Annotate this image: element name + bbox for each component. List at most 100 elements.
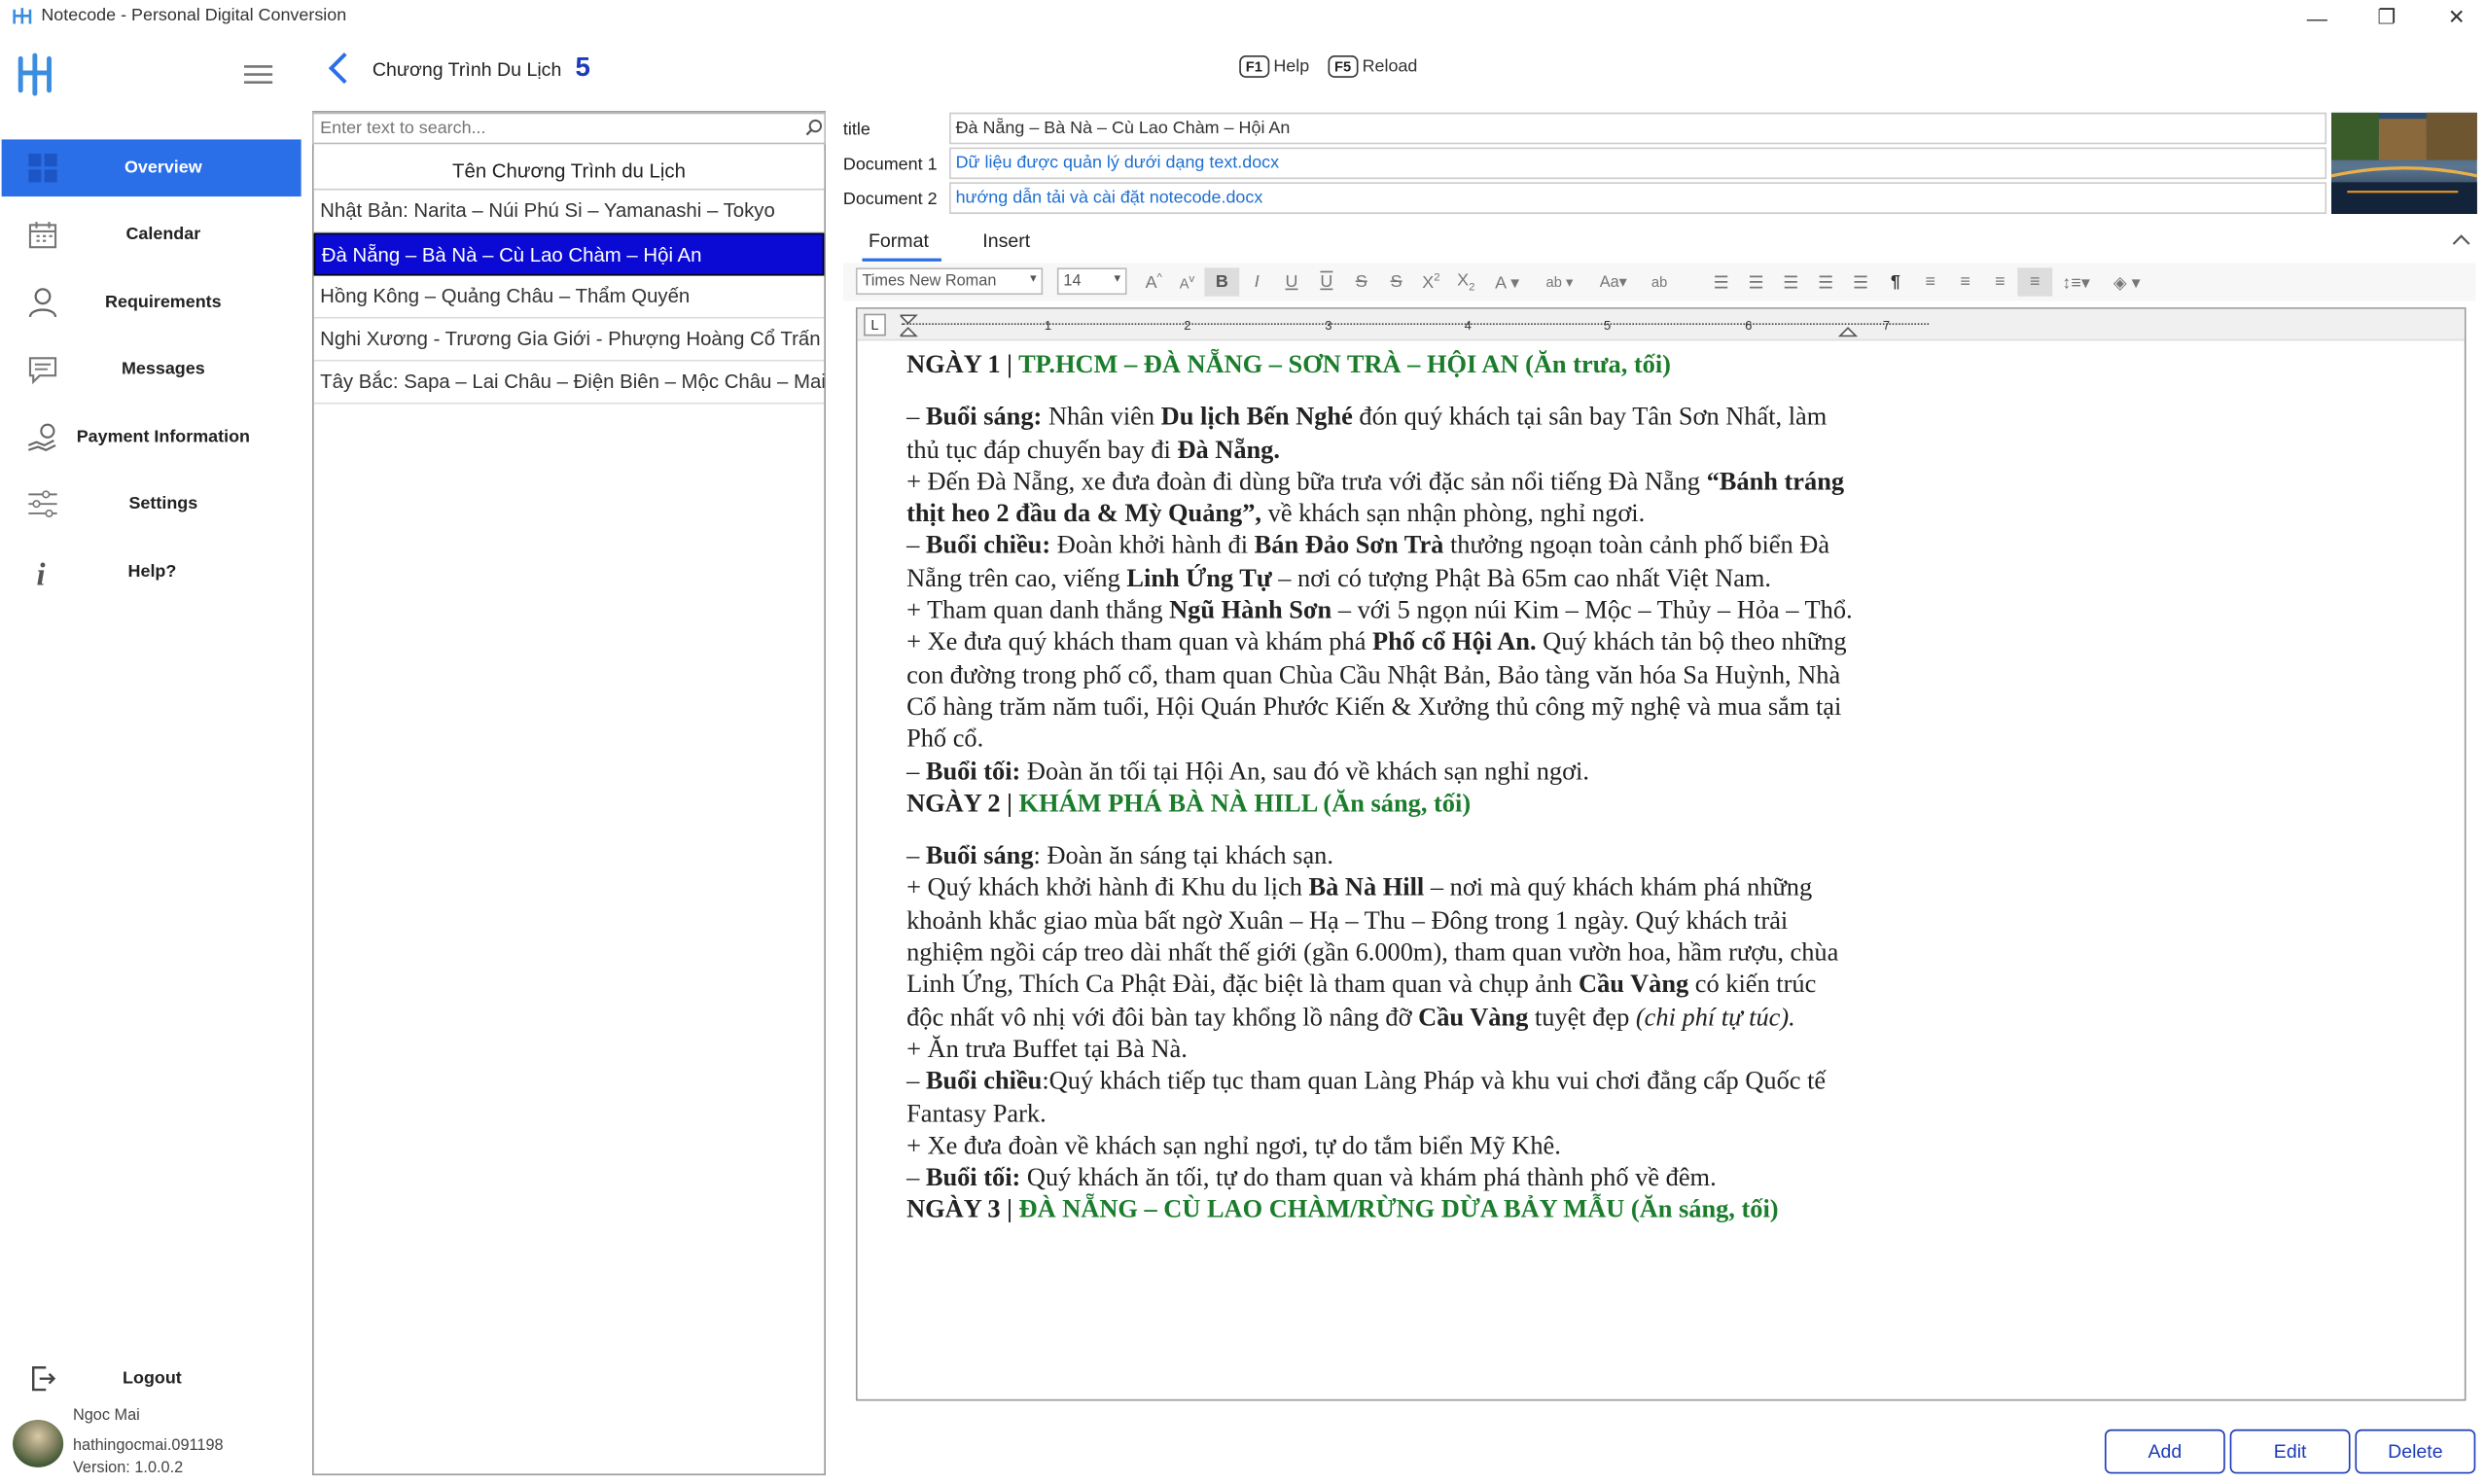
sidebar-item-label: Help? xyxy=(127,562,177,583)
italic-button[interactable]: I xyxy=(1239,267,1274,296)
user-name: Ngoc Mai xyxy=(72,1406,140,1425)
title-field[interactable]: Đà Nẵng – Bà Nà – Cù Lao Chàm – Hội An xyxy=(949,112,2327,145)
font-color-icon: A ▾ xyxy=(1495,273,1520,293)
reload-shortcut[interactable]: F5 Reload xyxy=(1328,55,1417,78)
highlight-button[interactable]: ab ▾ xyxy=(1531,267,1588,296)
grow-font-icon: A^ xyxy=(1145,271,1162,293)
double-underline-icon: U xyxy=(1320,272,1333,292)
align-center-icon: ≡ xyxy=(1960,272,1970,292)
sidebar-item-overview[interactable]: Overview xyxy=(1,139,302,197)
app-version: Version: 1.0.0.2 xyxy=(72,1459,184,1477)
doc-paragraph: – Buổi chiều: Đoàn khởi hành đi Bán Đảo … xyxy=(906,531,1830,593)
sidebar-item-calendar[interactable]: Calendar xyxy=(2,206,302,264)
numbered-list-button[interactable]: ☰ xyxy=(1739,267,1774,296)
italic-icon: I xyxy=(1254,272,1260,292)
window-title: Notecode - Personal Digital Conversion xyxy=(41,6,347,26)
sidebar-item-label: Requirements xyxy=(105,293,222,313)
font-family-select[interactable]: Times New Roman ▾ xyxy=(855,267,1044,296)
chevron-down-icon: ▾ xyxy=(1030,270,1037,286)
logout-label: Logout xyxy=(123,1368,182,1389)
justify-icon: ≡ xyxy=(2030,272,2041,292)
strikethrough-icon: S xyxy=(1355,272,1367,292)
minimize-button[interactable]: — xyxy=(2282,0,2352,35)
list-item-selected[interactable]: Đà Nẵng – Bà Nà – Cù Lao Chàm – Hội An xyxy=(313,232,825,276)
double-underline-button[interactable]: U xyxy=(1309,267,1344,296)
show-formatting-button[interactable]: ¶ xyxy=(1878,267,1913,296)
tab-insert[interactable]: Insert xyxy=(982,230,1030,252)
tab-format[interactable]: Format xyxy=(869,230,929,252)
decrease-indent-icon: ☰ xyxy=(1818,273,1834,293)
list-item[interactable]: Hồng Kông – Quảng Châu – Thẩm Quyến xyxy=(313,276,825,319)
bullet-list-button[interactable]: ☰ xyxy=(1704,267,1739,296)
logout-button[interactable]: Logout xyxy=(2,1350,302,1407)
align-right-button[interactable]: ≡ xyxy=(1983,267,2018,296)
document2-link[interactable]: hướng dẫn tải và cài đặt notecode.docx xyxy=(949,182,2327,214)
close-button[interactable]: ✕ xyxy=(2422,0,2485,35)
day2-heading: NGÀY 2 | KHÁM PHÁ BÀ NÀ HILL (Ăn sáng, t… xyxy=(906,789,1472,818)
double-strikethrough-button[interactable]: S xyxy=(1379,267,1414,296)
multilevel-list-button[interactable]: ☰ xyxy=(1773,267,1808,296)
subscript-button[interactable]: X2 xyxy=(1448,267,1483,296)
maximize-button[interactable]: ❐ xyxy=(2352,0,2422,35)
close-icon: ✕ xyxy=(2447,4,2466,29)
tour-thumbnail-image[interactable] xyxy=(2330,112,2477,214)
decrease-indent-button[interactable]: ☰ xyxy=(1808,267,1843,296)
sidebar-item-messages[interactable]: Messages xyxy=(2,340,302,398)
svg-text:4: 4 xyxy=(1465,318,1472,333)
superscript-button[interactable]: X2 xyxy=(1414,267,1449,296)
add-button[interactable]: Add xyxy=(2104,1429,2225,1474)
edit-button[interactable]: Edit xyxy=(2229,1429,2351,1474)
align-right-icon: ≡ xyxy=(1995,272,2006,292)
strikethrough-button[interactable]: S xyxy=(1344,267,1379,296)
sidebar-item-requirements[interactable]: Requirements xyxy=(2,274,302,332)
day1-heading: NGÀY 1 | TP.HCM – ĐÀ NẴNG – SƠN TRÀ – HỘ… xyxy=(906,350,1671,379)
highlight-icon: ab ▾ xyxy=(1545,273,1574,290)
double-strikethrough-icon: S xyxy=(1390,272,1402,292)
list-item[interactable]: Tây Bắc: Sapa – Lai Châu – Điện Biên – M… xyxy=(313,362,825,405)
change-case-button[interactable]: Aa▾ xyxy=(1588,267,1639,296)
search-icon[interactable] xyxy=(805,119,823,136)
multilevel-list-icon: ☰ xyxy=(1783,273,1799,293)
avatar xyxy=(13,1420,64,1467)
font-size-select[interactable]: 14 ▾ xyxy=(1056,267,1127,296)
line-spacing-icon: ↕≡▾ xyxy=(2062,273,2090,293)
align-center-button[interactable]: ≡ xyxy=(1948,267,1983,296)
shading-button[interactable]: ◈ ▾ xyxy=(2100,267,2153,296)
document-body[interactable]: NGÀY 1 | TP.HCM – ĐÀ NẴNG – SƠN TRÀ – HỘ… xyxy=(906,348,1858,1225)
hamburger-menu-icon[interactable] xyxy=(243,63,273,86)
doc-paragraph: + Xe đưa quý khách tham quan và khám phá… xyxy=(906,627,1847,754)
doc-paragraph: – Buổi tối: Quý khách ăn tối, tự do tham… xyxy=(906,1163,1717,1192)
justify-button[interactable]: ≡ xyxy=(2017,267,2053,297)
help-shortcut[interactable]: F1 Help xyxy=(1239,55,1309,78)
document2-label: Document 2 xyxy=(842,190,938,210)
bold-icon: B xyxy=(1215,272,1228,292)
bold-button[interactable]: B xyxy=(1204,267,1240,297)
sidebar-item-settings[interactable]: Settings xyxy=(2,476,302,533)
sidebar-item-help[interactable]: i Help? xyxy=(2,544,302,601)
align-left-button[interactable]: ≡ xyxy=(1913,267,1948,296)
clear-format-button[interactable]: ab xyxy=(1639,267,1680,296)
search-input[interactable] xyxy=(312,112,826,145)
shrink-font-button[interactable]: Av xyxy=(1170,267,1205,296)
underline-button[interactable]: U xyxy=(1274,267,1309,296)
ruler-marks: 1 2 3 4 5 6 7 xyxy=(900,314,1890,337)
document1-link[interactable]: Dữ liệu được quản lý dưới dạng text.docx xyxy=(949,147,2327,180)
sidebar-item-payment-information[interactable]: Payment Information xyxy=(2,408,302,466)
document1-label: Document 1 xyxy=(842,155,938,175)
paint-bucket-icon: ◈ ▾ xyxy=(2112,273,2141,293)
list-column-header[interactable]: Tên Chương Trình du Lịch xyxy=(313,150,825,191)
app-logo-icon xyxy=(13,8,32,24)
line-spacing-button[interactable]: ↕≡▾ xyxy=(2052,267,2100,296)
delete-button[interactable]: Delete xyxy=(2355,1429,2476,1474)
grow-font-button[interactable]: A^ xyxy=(1138,267,1170,296)
list-item[interactable]: Nghi Xương - Trương Gia Giới - Phượng Ho… xyxy=(313,319,825,362)
maximize-icon: ❐ xyxy=(2377,4,2396,29)
increase-indent-button[interactable]: ☰ xyxy=(1843,267,1878,296)
back-arrow-icon[interactable] xyxy=(327,51,349,86)
underline-icon: U xyxy=(1285,272,1298,292)
tab-stop-icon[interactable]: L xyxy=(864,313,886,336)
collapse-ribbon-icon[interactable] xyxy=(2452,233,2471,246)
sidebar-item-label: Messages xyxy=(121,359,205,379)
list-item[interactable]: Nhật Bản: Narita – Núi Phú Si – Yamanash… xyxy=(313,191,825,233)
font-color-button[interactable]: A ▾ xyxy=(1483,267,1531,296)
